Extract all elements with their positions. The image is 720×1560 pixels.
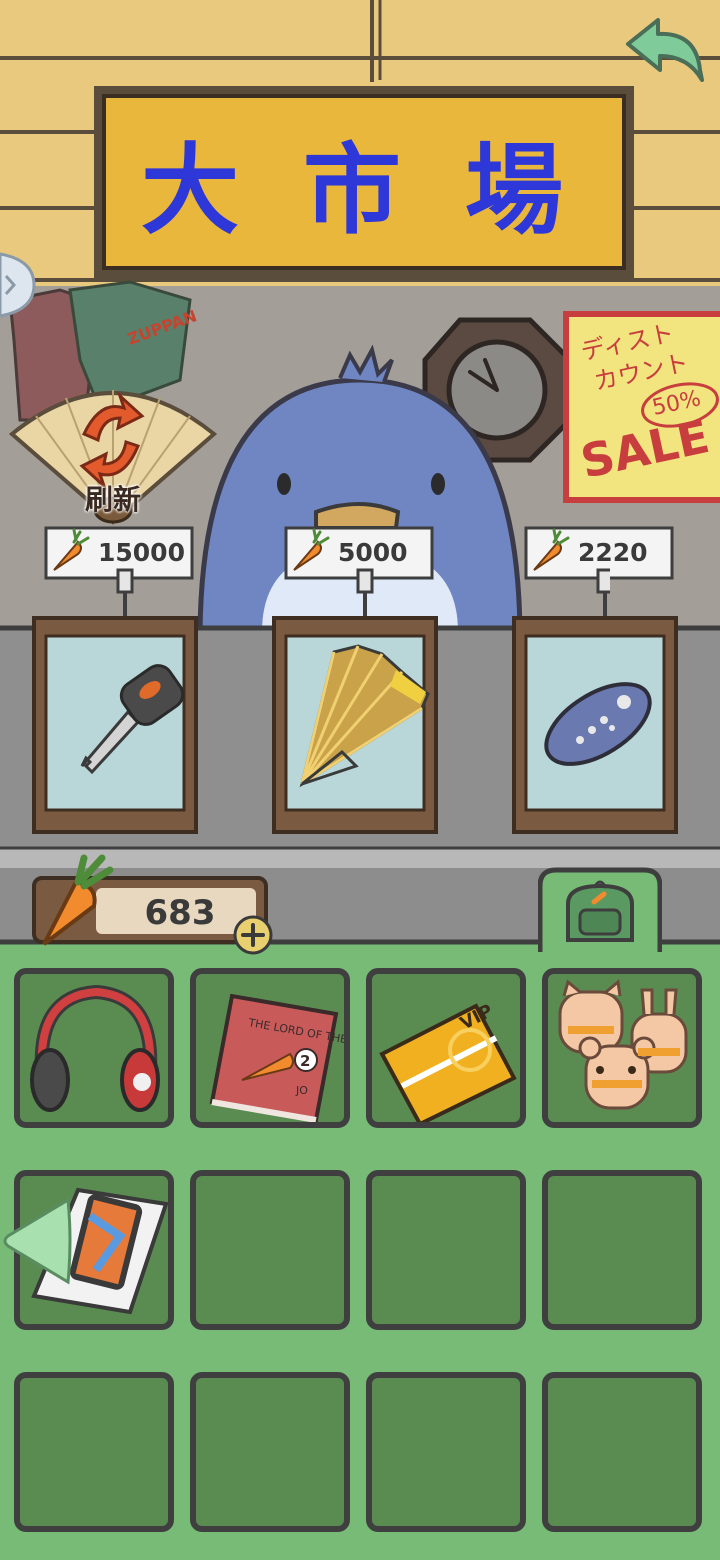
inventory-slot-2[interactable]: THE LORD OF THE CARROTS 2 JO <box>190 968 404 1128</box>
inventory-slot-4[interactable] <box>542 968 702 1128</box>
back-arrow-icon[interactable] <box>618 14 710 86</box>
price-value: 5000 <box>338 538 408 567</box>
carrot-count: 683 <box>144 893 216 933</box>
shop-slot-frame <box>272 616 438 834</box>
inventory-slot-11[interactable] <box>366 1372 526 1532</box>
page-title: 大市場 <box>140 134 627 248</box>
shop-slot-frame <box>512 616 678 834</box>
shop-item-slot-1[interactable] <box>32 616 198 834</box>
svg-text:2: 2 <box>300 1052 310 1070</box>
side-panel-handle[interactable] <box>0 250 36 320</box>
market-sign: 大市場 <box>90 82 638 282</box>
svg-text:JO: JO <box>295 1084 308 1097</box>
inventory-slot-8[interactable] <box>542 1170 702 1330</box>
inventory-slot-6[interactable] <box>190 1170 350 1330</box>
shop-item-slot-2[interactable] <box>272 616 438 834</box>
backpack-tab[interactable] <box>538 866 662 952</box>
price-value: 15000 <box>98 538 185 567</box>
inventory-slot-1[interactable] <box>14 968 174 1128</box>
carrot-icon <box>42 854 114 946</box>
vip-card-icon: VIP <box>379 1000 517 1127</box>
backpack-icon <box>566 880 634 942</box>
inventory-slot-7[interactable] <box>366 1170 526 1330</box>
inventory-slot-10[interactable] <box>190 1372 350 1532</box>
book-icon: THE LORD OF THE CARROTS 2 JO <box>209 993 404 1123</box>
left-arrow-icon[interactable] <box>2 1196 72 1286</box>
price-value: 2220 <box>578 538 648 567</box>
inventory-slot-3[interactable]: VIP <box>366 968 526 1128</box>
add-carrots-button[interactable] <box>232 914 274 956</box>
animal-cookies-icon <box>558 979 688 1110</box>
refresh-label[interactable]: 刷新 <box>58 478 168 518</box>
headphones-icon <box>30 984 160 1112</box>
shop-item-slot-3[interactable] <box>512 616 678 834</box>
shop-slot-frame <box>32 616 198 834</box>
sale-poster: ディスト カウント 50% SALE <box>563 311 720 503</box>
inventory-slot-9[interactable] <box>14 1372 174 1532</box>
inventory-slot-12[interactable] <box>542 1372 702 1532</box>
